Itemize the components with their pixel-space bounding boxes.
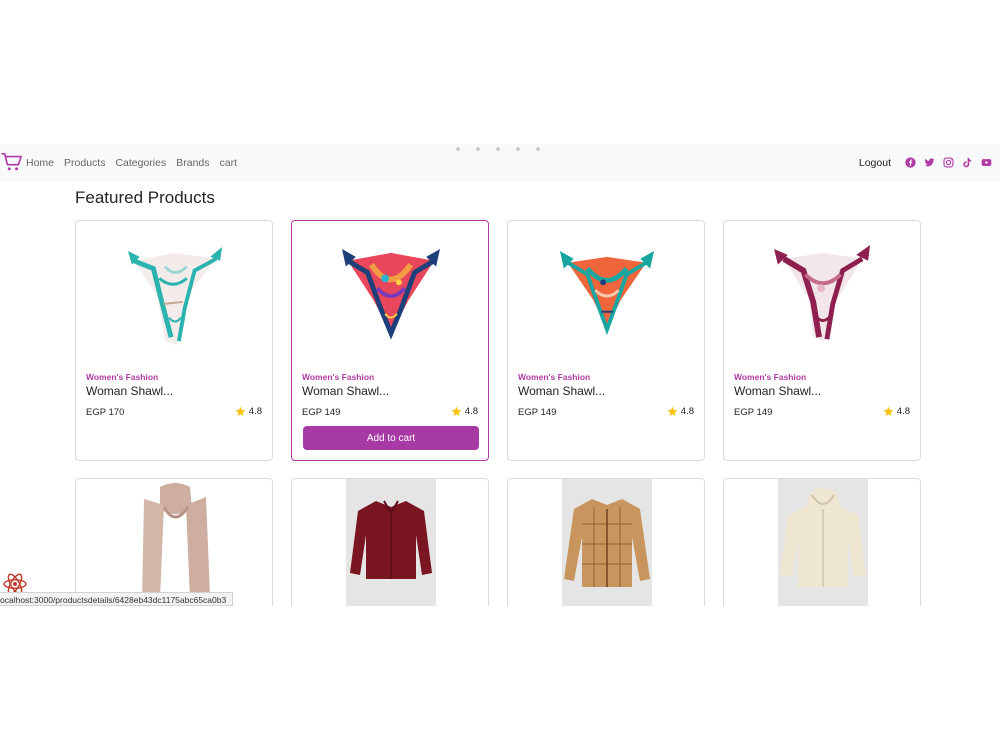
star-icon [667, 406, 678, 416]
product-image[interactable] [342, 239, 440, 357]
social-links [905, 157, 992, 168]
product-price: EGP 149 [734, 407, 773, 418]
link-status-bar: ocalhost:3000/productsdetails/6428eb43dc… [0, 592, 234, 606]
carousel-dot[interactable] [516, 147, 520, 151]
product-image[interactable] [562, 479, 652, 606]
product-rating: 4.8 [235, 406, 262, 417]
product-title[interactable]: Woman Shawl... [302, 384, 389, 398]
product-title[interactable]: Woman Shawl... [734, 384, 821, 398]
nav-home-link[interactable]: Home [26, 157, 54, 169]
product-category: Women's Fashion [734, 372, 807, 382]
product-image[interactable] [346, 479, 436, 606]
product-price: EGP 170 [86, 407, 125, 418]
add-to-cart-button[interactable]: Add to cart [303, 426, 479, 450]
nav-brands-link[interactable]: Brands [176, 157, 209, 169]
facebook-icon[interactable] [905, 157, 916, 168]
product-image[interactable] [126, 239, 224, 357]
carousel-dot[interactable] [496, 147, 500, 151]
youtube-icon[interactable] [981, 157, 992, 168]
nav-cart-link[interactable]: cart [220, 157, 238, 169]
section-title: Featured Products [75, 188, 215, 207]
product-title[interactable]: Woman Shawl... [86, 384, 173, 398]
carousel-indicators [456, 147, 540, 151]
product-card[interactable] [723, 478, 921, 606]
product-price: EGP 149 [518, 407, 557, 418]
cart-logo-icon[interactable] [1, 152, 23, 172]
rating-value: 4.8 [896, 406, 910, 417]
rating-value: 4.8 [680, 406, 694, 417]
logout-link[interactable]: Logout [859, 157, 891, 169]
carousel-dot[interactable] [476, 147, 480, 151]
product-card[interactable]: Women's Fashion Woman Shawl... EGP 149 4… [507, 220, 705, 461]
star-icon [883, 406, 894, 416]
product-rating: 4.8 [883, 406, 910, 417]
product-card[interactable] [75, 478, 273, 606]
product-image[interactable] [130, 479, 220, 606]
star-icon [235, 406, 246, 416]
product-card[interactable] [507, 478, 705, 606]
product-title[interactable]: Woman Shawl... [518, 384, 605, 398]
rating-value: 4.8 [248, 406, 262, 417]
product-card[interactable]: Women's Fashion Woman Shawl... EGP 149 4… [291, 220, 489, 461]
nav-right: Logout [859, 144, 992, 181]
plaid-shirt-photo [564, 499, 650, 587]
product-category: Women's Fashion [518, 372, 591, 382]
navbar: Home Products Categories Brands cart Log… [0, 144, 1000, 181]
tiktok-icon[interactable] [962, 157, 973, 168]
product-card[interactable] [291, 478, 489, 606]
star-icon [451, 406, 462, 416]
scarf-photo [142, 483, 210, 603]
twitter-icon[interactable] [924, 157, 935, 168]
product-image[interactable] [558, 239, 656, 357]
product-card[interactable]: Women's Fashion Woman Shawl... EGP 170 4… [75, 220, 273, 461]
product-rating: 4.8 [667, 406, 694, 417]
nav-links: Home Products Categories Brands cart [26, 144, 237, 181]
carousel-dot[interactable] [536, 147, 540, 151]
carousel-dot[interactable] [456, 147, 460, 151]
product-card[interactable]: Women's Fashion Woman Shawl... EGP 149 4… [723, 220, 921, 461]
nav-categories-link[interactable]: Categories [115, 157, 166, 169]
rating-value: 4.8 [464, 406, 478, 417]
nav-products-link[interactable]: Products [64, 157, 105, 169]
product-category: Women's Fashion [302, 372, 375, 382]
product-rating: 4.8 [451, 406, 478, 417]
product-image[interactable] [778, 479, 868, 606]
product-category: Women's Fashion [86, 372, 159, 382]
product-image[interactable] [774, 239, 872, 357]
product-price: EGP 149 [302, 407, 341, 418]
shirt-photo [350, 500, 432, 579]
instagram-icon[interactable] [943, 157, 954, 168]
hoodie-photo [780, 488, 866, 587]
